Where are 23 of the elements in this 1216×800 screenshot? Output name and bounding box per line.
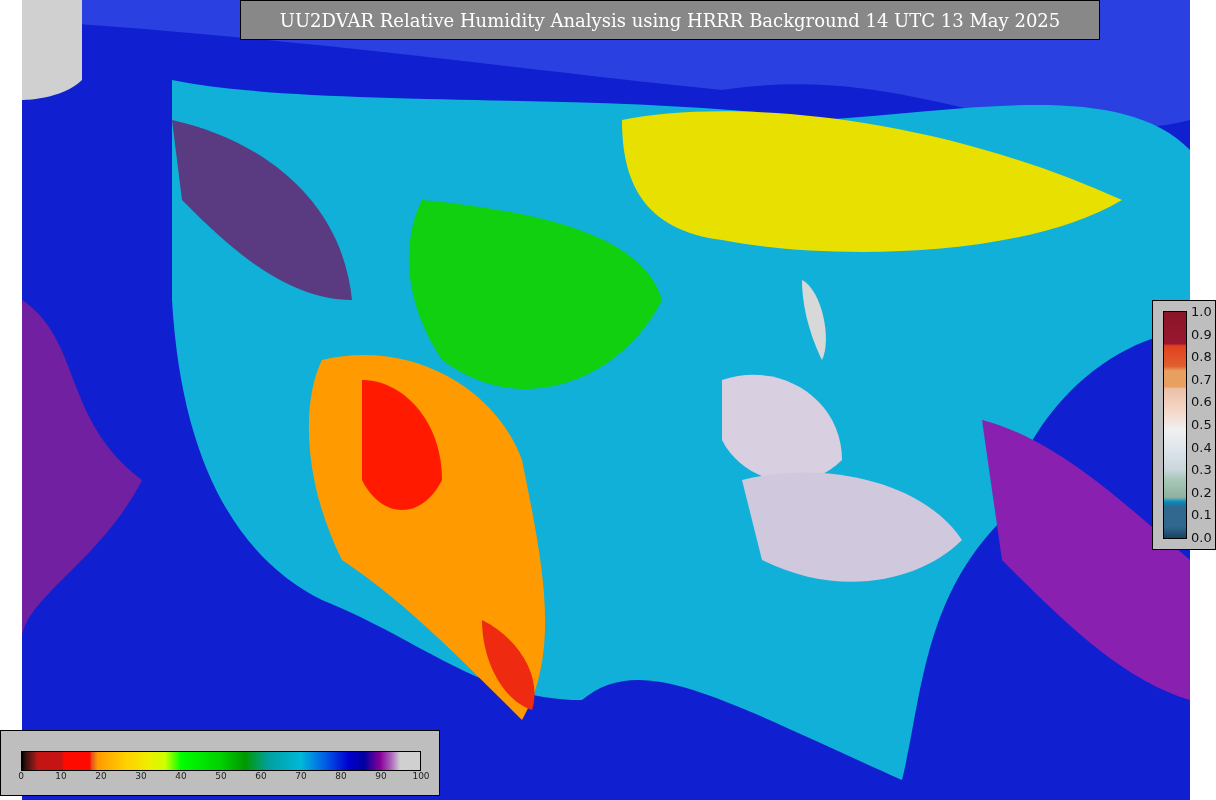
tick-label: 0.5: [1191, 416, 1212, 433]
tick-label: 60: [255, 771, 267, 781]
tick-label: 0.7: [1191, 371, 1212, 388]
tick-label: 0.2: [1191, 484, 1212, 501]
tick-label: 90: [375, 771, 387, 781]
tick-label: 0.6: [1191, 394, 1212, 411]
tick-label: 0.8: [1191, 349, 1212, 366]
tick-label: 80: [335, 771, 347, 781]
tick-label: 1.0: [1191, 304, 1212, 320]
tick-label: 0: [18, 771, 24, 781]
tick-label: 0.3: [1191, 462, 1212, 479]
tick-label: 70: [295, 771, 307, 781]
map-title: UU2DVAR Relative Humidity Analysis using HRRR Background 14 UTC 13 May 2025: [240, 0, 1100, 40]
tick-label: 20: [95, 771, 107, 781]
tick-label: 50: [215, 771, 227, 781]
tick-label: 0.1: [1191, 507, 1212, 524]
tick-label: 0.9: [1191, 326, 1212, 343]
tick-label: 30: [135, 771, 147, 781]
tick-label: 10: [55, 771, 67, 781]
tick-label: 0.4: [1191, 439, 1212, 456]
tick-label: 40: [175, 771, 187, 781]
tick-label: 0.0: [1191, 529, 1212, 546]
tick-label: 100: [412, 771, 430, 781]
